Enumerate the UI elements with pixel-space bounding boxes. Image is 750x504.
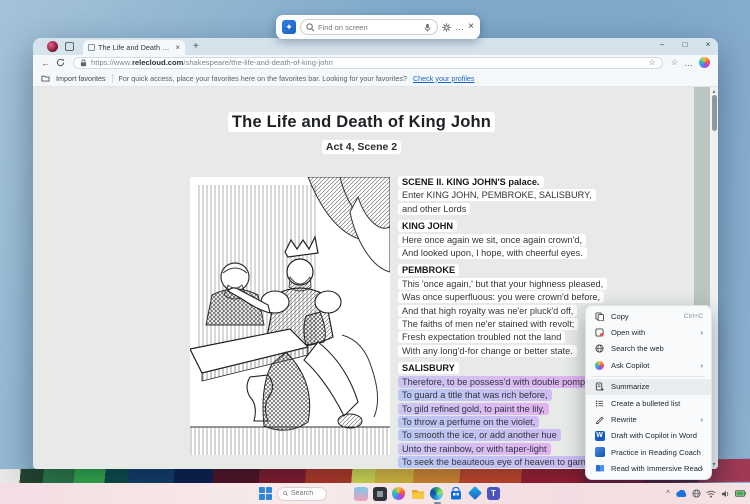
teams-icon[interactable]: T [487, 487, 501, 501]
volume-icon[interactable] [721, 490, 730, 498]
reading-coach-icon [594, 447, 605, 458]
menu-item-rewrite[interactable]: Rewrite › [586, 411, 711, 427]
tab-favicon [88, 44, 95, 51]
start-button[interactable] [259, 487, 273, 501]
taskbar: T ^ [0, 483, 750, 504]
settings-gear-icon[interactable] [442, 23, 451, 32]
tab-actions-menu-icon[interactable] [65, 42, 74, 51]
refresh-button[interactable] [56, 58, 65, 67]
speaker-heading: KING JOHN [398, 220, 457, 232]
import-favorites-icon [41, 74, 50, 82]
new-tab-button[interactable]: + [193, 41, 199, 52]
page-subtitle: Act 4, Scene 2 [33, 137, 690, 155]
immersive-reader-icon [594, 463, 605, 474]
minimize-button[interactable]: – [656, 40, 668, 49]
menu-item-practice-in-reading-coach[interactable]: Practice in Reading Coach [586, 444, 711, 460]
close-button[interactable]: × [702, 40, 714, 49]
tab-title: The Life and Death of King John [98, 43, 172, 52]
scene-heading: SCENE II. KING JOHN'S palace. [398, 176, 544, 188]
lock-icon[interactable] [80, 59, 87, 67]
word-icon: W [594, 430, 605, 441]
url-text: https://www.relecloud.com/shakespeare/th… [91, 58, 645, 67]
menu-item-create-bulleted-list[interactable]: Create a bulleted list [586, 395, 711, 411]
scrollbar-thumb[interactable] [712, 95, 717, 131]
desktop: … × The Life and Death of King John × + … [0, 0, 750, 504]
find-on-screen-input[interactable] [318, 23, 420, 32]
menu-item-ask-copilot[interactable]: Ask Copilot › [586, 357, 711, 373]
globe-icon [594, 343, 605, 354]
profile-avatar[interactable] [47, 41, 58, 52]
menu-item-summarize[interactable]: Summarize [586, 379, 711, 395]
page-title: The Life and Death of King John [33, 113, 690, 132]
context-menu: Copy Ctrl+C Open with › Search the web A… [585, 305, 712, 480]
favorites-bar: Import favorites For quick access, place… [33, 70, 718, 87]
m365-copilot-icon[interactable] [468, 487, 482, 501]
king-john-engraving-image [190, 177, 390, 455]
menu-item-open-with[interactable]: Open with › [586, 324, 711, 340]
copilot-icon[interactable] [699, 57, 710, 68]
favorites-hub-icon[interactable]: ☆ [671, 58, 678, 67]
back-button[interactable]: ← [41, 58, 50, 68]
speaker-heading: PEMBROKE [398, 264, 459, 276]
copy-icon [594, 311, 605, 322]
king-john-block: KING JOHN Here once again we sit, once a… [398, 219, 633, 259]
tab-king-john[interactable]: The Life and Death of King John × [83, 40, 185, 55]
browser-toolbar: ← https://www.relecloud.com/shakespeare/… [33, 55, 718, 70]
browser-more-options-button[interactable]: … [684, 58, 693, 68]
copilot-icon [594, 360, 605, 371]
microsoft-store-icon[interactable] [449, 487, 463, 501]
onedrive-icon[interactable] [675, 490, 687, 498]
find-on-screen-widget: … × [276, 15, 480, 39]
speaker-heading: SALISBURY [398, 362, 459, 374]
search-icon [306, 23, 315, 32]
menu-separator [592, 376, 705, 377]
find-close-button[interactable]: × [468, 22, 474, 32]
file-explorer-icon[interactable] [411, 487, 425, 501]
menu-item-read-with-immersive-reader[interactable]: Read with Immersive Reader [586, 461, 711, 477]
edge-icon[interactable] [430, 487, 444, 501]
rewrite-icon [594, 414, 605, 425]
address-bar[interactable]: https://www.relecloud.com/shakespeare/th… [73, 57, 663, 69]
scroll-up-arrow[interactable]: ▴ [710, 88, 718, 95]
add-favorite-star-icon[interactable]: ☆ [649, 58, 656, 67]
find-more-options-button[interactable]: … [455, 22, 464, 32]
taskbar-search-input[interactable] [291, 490, 321, 497]
dark-app-icon[interactable] [373, 487, 387, 501]
find-on-screen-field[interactable] [300, 19, 438, 35]
network-globe-icon[interactable] [692, 489, 701, 498]
click-to-do-icon[interactable] [282, 20, 296, 34]
battery-icon[interactable] [735, 490, 746, 497]
wifi-icon[interactable] [706, 490, 716, 498]
tray-chevron-up-icon[interactable]: ^ [666, 489, 670, 498]
tab-close-icon[interactable]: × [175, 43, 180, 52]
open-with-icon [594, 327, 605, 338]
search-icon [283, 490, 288, 497]
widgets-icon[interactable] [354, 487, 368, 501]
menu-item-search-the-web[interactable]: Search the web [586, 341, 711, 357]
system-tray: ^ [666, 483, 746, 504]
favorites-hint: For quick access, place your favorites h… [119, 74, 407, 83]
copilot-icon[interactable] [392, 487, 406, 501]
maximize-button[interactable]: □ [679, 40, 691, 49]
microphone-icon[interactable] [423, 23, 432, 32]
bulleted-list-icon [594, 398, 605, 409]
menu-item-copy[interactable]: Copy Ctrl+C [586, 308, 711, 324]
menu-item-draft-with-copilot-in-word[interactable]: W Draft with Copilot in Word [586, 428, 711, 444]
scene-block: SCENE II. KING JOHN'S palace. Enter KING… [398, 175, 633, 215]
import-favorites-button[interactable]: Import favorites [56, 74, 106, 83]
taskbar-search[interactable] [277, 487, 327, 501]
check-your-profiles-link[interactable]: Check your profiles [413, 74, 475, 83]
summarize-icon [594, 381, 605, 392]
tab-strip: The Life and Death of King John × + – □ … [33, 38, 718, 55]
